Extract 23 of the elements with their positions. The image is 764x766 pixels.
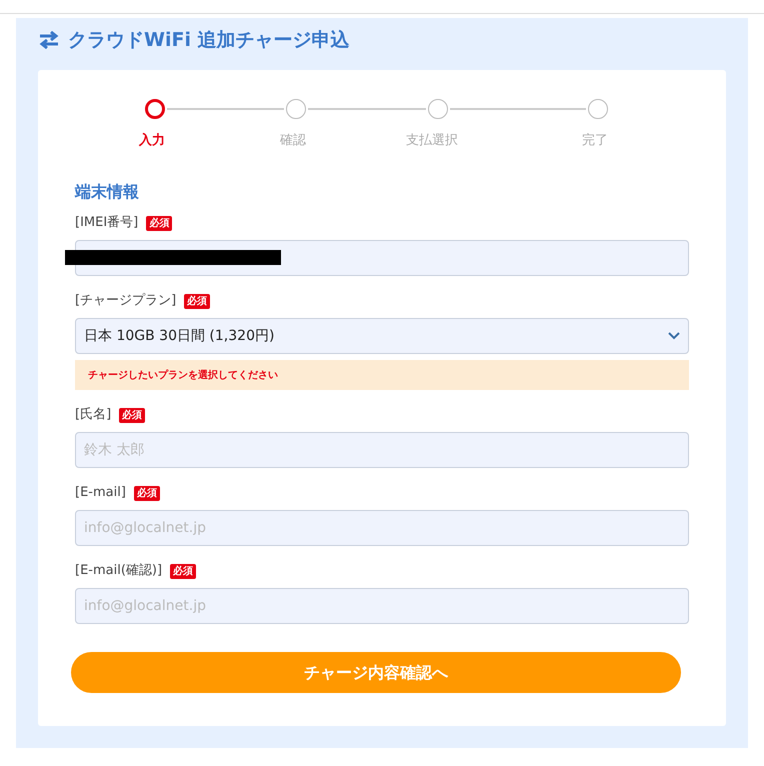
field-label: [氏名] — [75, 406, 112, 424]
step-label: 確認 — [280, 132, 306, 150]
text-field[interactable]: info@glocalnet.jp — [75, 510, 689, 546]
field-label: [チャージプラン] — [75, 292, 176, 310]
page-title: クラウドWiFi 追加チャージ申込 — [68, 28, 350, 53]
text-field[interactable]: 鈴木 太郎 — [75, 432, 689, 468]
notice-message: チャージしたいプランを選択してください — [75, 360, 689, 390]
field-label: [IMEI番号] — [75, 214, 138, 232]
step-label: 入力 — [139, 132, 165, 150]
swap-arrows-icon — [38, 31, 60, 49]
required-badge: 必須 — [184, 294, 210, 308]
step-label: 完了 — [582, 132, 608, 150]
field-label: [E-mail(確認)] — [75, 562, 162, 580]
section-title: 端末情報 — [75, 181, 140, 203]
required-badge: 必須 — [146, 216, 172, 230]
step-label: 支払選択 — [406, 132, 458, 150]
required-badge: 必須 — [134, 486, 160, 500]
required-badge: 必須 — [170, 564, 196, 578]
chevron-down-icon — [668, 332, 680, 340]
plan-select[interactable]: 日本 10GB 30日間 (1,320円) — [75, 318, 689, 354]
required-badge: 必須 — [119, 408, 146, 422]
text-field[interactable]: info@glocalnet.jp — [75, 588, 689, 624]
field-label: [E-mail] — [75, 484, 126, 502]
